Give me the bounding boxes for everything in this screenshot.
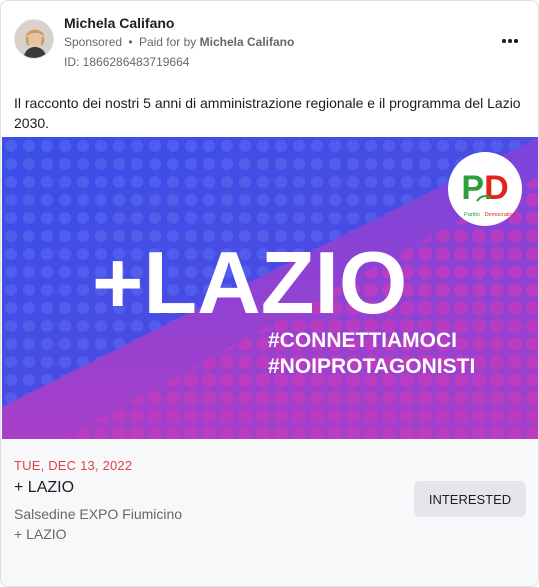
author-name[interactable]: Michela Califano — [64, 15, 174, 31]
ad-creative-image[interactable]: PD Partito Democratico +LAZIO #CONNETTIA… — [2, 137, 538, 439]
paid-for-name: Michela Califano — [199, 35, 295, 49]
logo-letter-p: P — [461, 169, 484, 207]
more-options-button[interactable] — [498, 31, 522, 51]
event-location-detail: + LAZIO — [14, 526, 67, 542]
logo-caption-right: Democratico — [485, 212, 516, 218]
event-date: TUE, DEC 13, 2022 — [14, 458, 133, 473]
avatar-portrait-icon — [15, 20, 53, 58]
banner-hashtag-connettiamoci: #CONNETTIAMOCI — [268, 329, 457, 352]
author-avatar[interactable] — [14, 19, 54, 59]
logo-letter-d: D — [484, 169, 509, 207]
banner-hashtag-noiprotagonisti: #NOIPROTAGONISTI — [268, 355, 475, 378]
pd-logo: PD Partito Democratico — [448, 152, 522, 226]
post-header: Michela Califano Sponsored • Paid for by… — [1, 1, 538, 81]
more-horizontal-icon-dot — [508, 39, 512, 43]
event-title[interactable]: + LAZIO — [14, 479, 74, 497]
event-location: Salsedine EXPO Fiumicino — [14, 506, 183, 522]
meta-separator: • — [128, 35, 133, 49]
logo-caption-left: Partito — [464, 212, 480, 218]
sponsored-meta: Sponsored • Paid for by Michela Califano — [64, 35, 294, 49]
logo-letters: PD — [461, 169, 508, 207]
ad-id: ID: 1866286483719664 — [64, 55, 190, 69]
interested-button[interactable]: INTERESTED — [414, 481, 526, 517]
lazio-banner: PD Partito Democratico +LAZIO #CONNETTIA… — [2, 137, 538, 439]
sponsored-label: Sponsored — [64, 35, 123, 49]
event-footer: TUE, DEC 13, 2022 + LAZIO Salsedine EXPO… — [1, 439, 538, 586]
ad-card: Michela Califano Sponsored • Paid for by… — [0, 0, 539, 587]
banner-headline: +LAZIO — [92, 233, 407, 332]
paid-for-prefix: Paid for by — [138, 35, 197, 49]
more-horizontal-icon — [502, 39, 506, 43]
more-horizontal-icon-dot — [514, 39, 518, 43]
post-body-text: Il racconto dei nostri 5 anni di amminis… — [14, 95, 521, 131]
